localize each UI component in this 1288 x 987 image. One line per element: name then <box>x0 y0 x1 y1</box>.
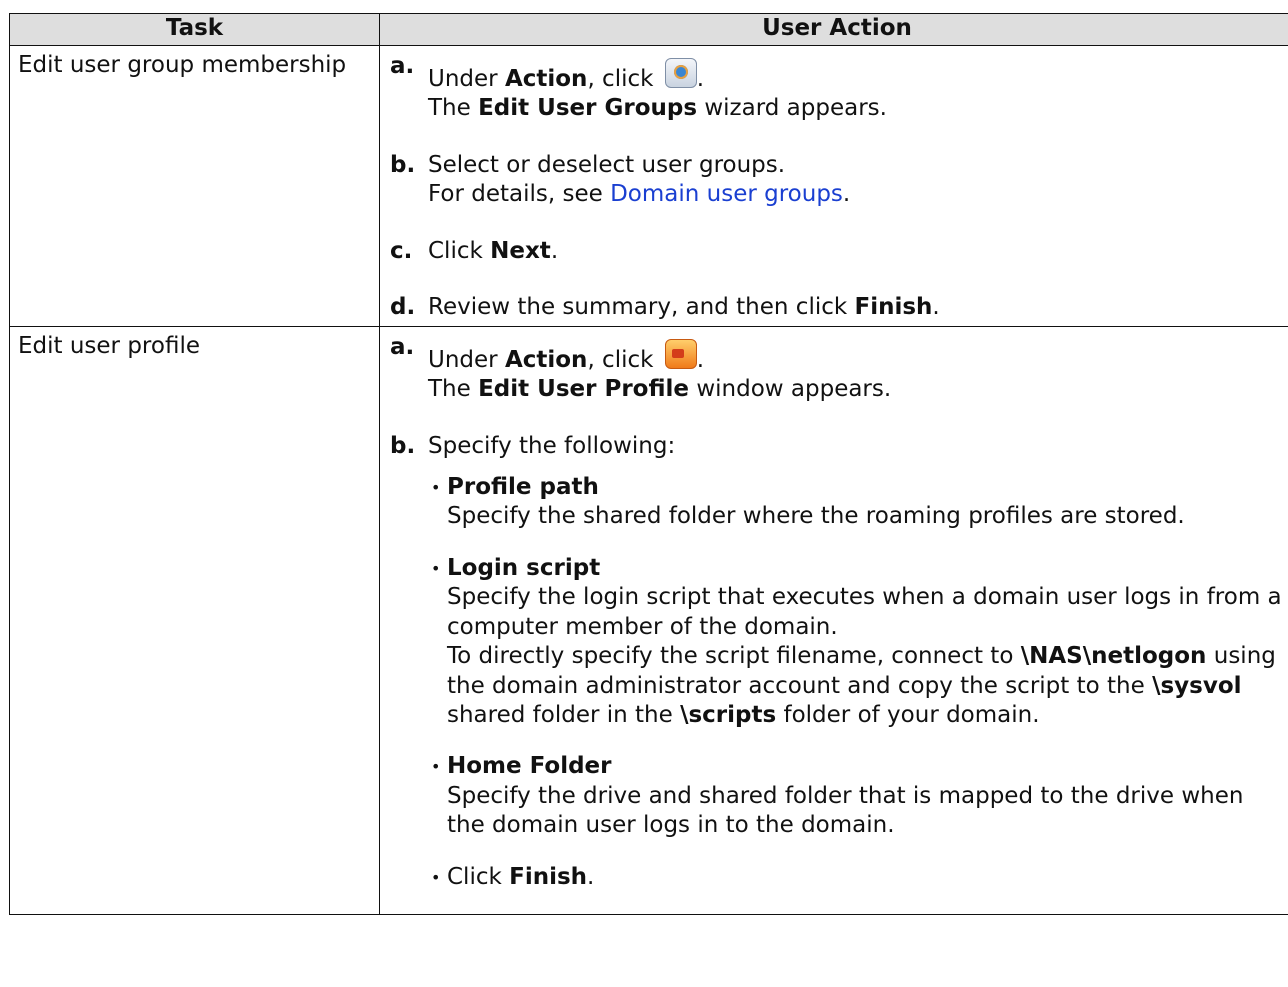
step-letter: b. <box>390 151 416 178</box>
step-text: Specify the following: <box>428 432 676 459</box>
edit-user-profile-icon <box>664 338 697 369</box>
settings-list: Profile path Specify the shared folder w… <box>390 473 1286 893</box>
list-item: Login script Specify the login script th… <box>431 554 1286 731</box>
step-letter: c. <box>390 237 413 264</box>
header-user-action: User Action <box>379 13 1288 46</box>
step-text: Click Next. <box>428 237 559 264</box>
step-d: d. Review the summary, and then click Fi… <box>390 293 1286 322</box>
task-table: Task User Action Edit user group members… <box>9 13 1288 916</box>
header-task: Task <box>9 13 380 46</box>
step-b: b. Select or deselect user groups. For d… <box>390 151 1286 210</box>
task-cell: Edit user group membership <box>9 45 380 327</box>
step-letter: b. <box>390 432 416 459</box>
list-item: Home Folder Specify the drive and shared… <box>431 752 1286 840</box>
step-a: a. Under Action, click . The Edit User G… <box>390 52 1286 124</box>
step-text: Review the summary, and then click Finis… <box>428 294 940 321</box>
list-item: Profile path Specify the shared folder w… <box>431 473 1286 532</box>
table-row: Edit user profile a. Under Action, click… <box>9 325 1288 916</box>
step-b: b. Specify the following: <box>390 432 1286 461</box>
step-text: Select or deselect user groups. For deta… <box>428 151 851 208</box>
edit-user-groups-icon <box>664 58 697 88</box>
step-a: a. Under Action, click . The Edit User P… <box>390 333 1286 405</box>
table-header-row: Task User Action <box>9 13 1288 46</box>
action-cell: a. Under Action, click . The Edit User P… <box>379 325 1288 916</box>
step-letter: a. <box>390 333 415 360</box>
table-row: Edit user group membership a. Under Acti… <box>9 45 1288 327</box>
step-letter: d. <box>390 294 416 321</box>
step-letter: a. <box>390 53 415 79</box>
task-cell: Edit user profile <box>9 325 380 916</box>
step-text: Under Action, click . The Edit User Prof… <box>428 333 891 405</box>
step-text: Under Action, click . The Edit User Grou… <box>428 52 887 124</box>
domain-user-groups-link[interactable]: Domain user groups <box>610 181 843 207</box>
step-c: c. Click Next. <box>390 237 1286 266</box>
action-cell: a. Under Action, click . The Edit User G… <box>379 45 1288 327</box>
list-item: Click Finish. <box>431 863 1286 893</box>
